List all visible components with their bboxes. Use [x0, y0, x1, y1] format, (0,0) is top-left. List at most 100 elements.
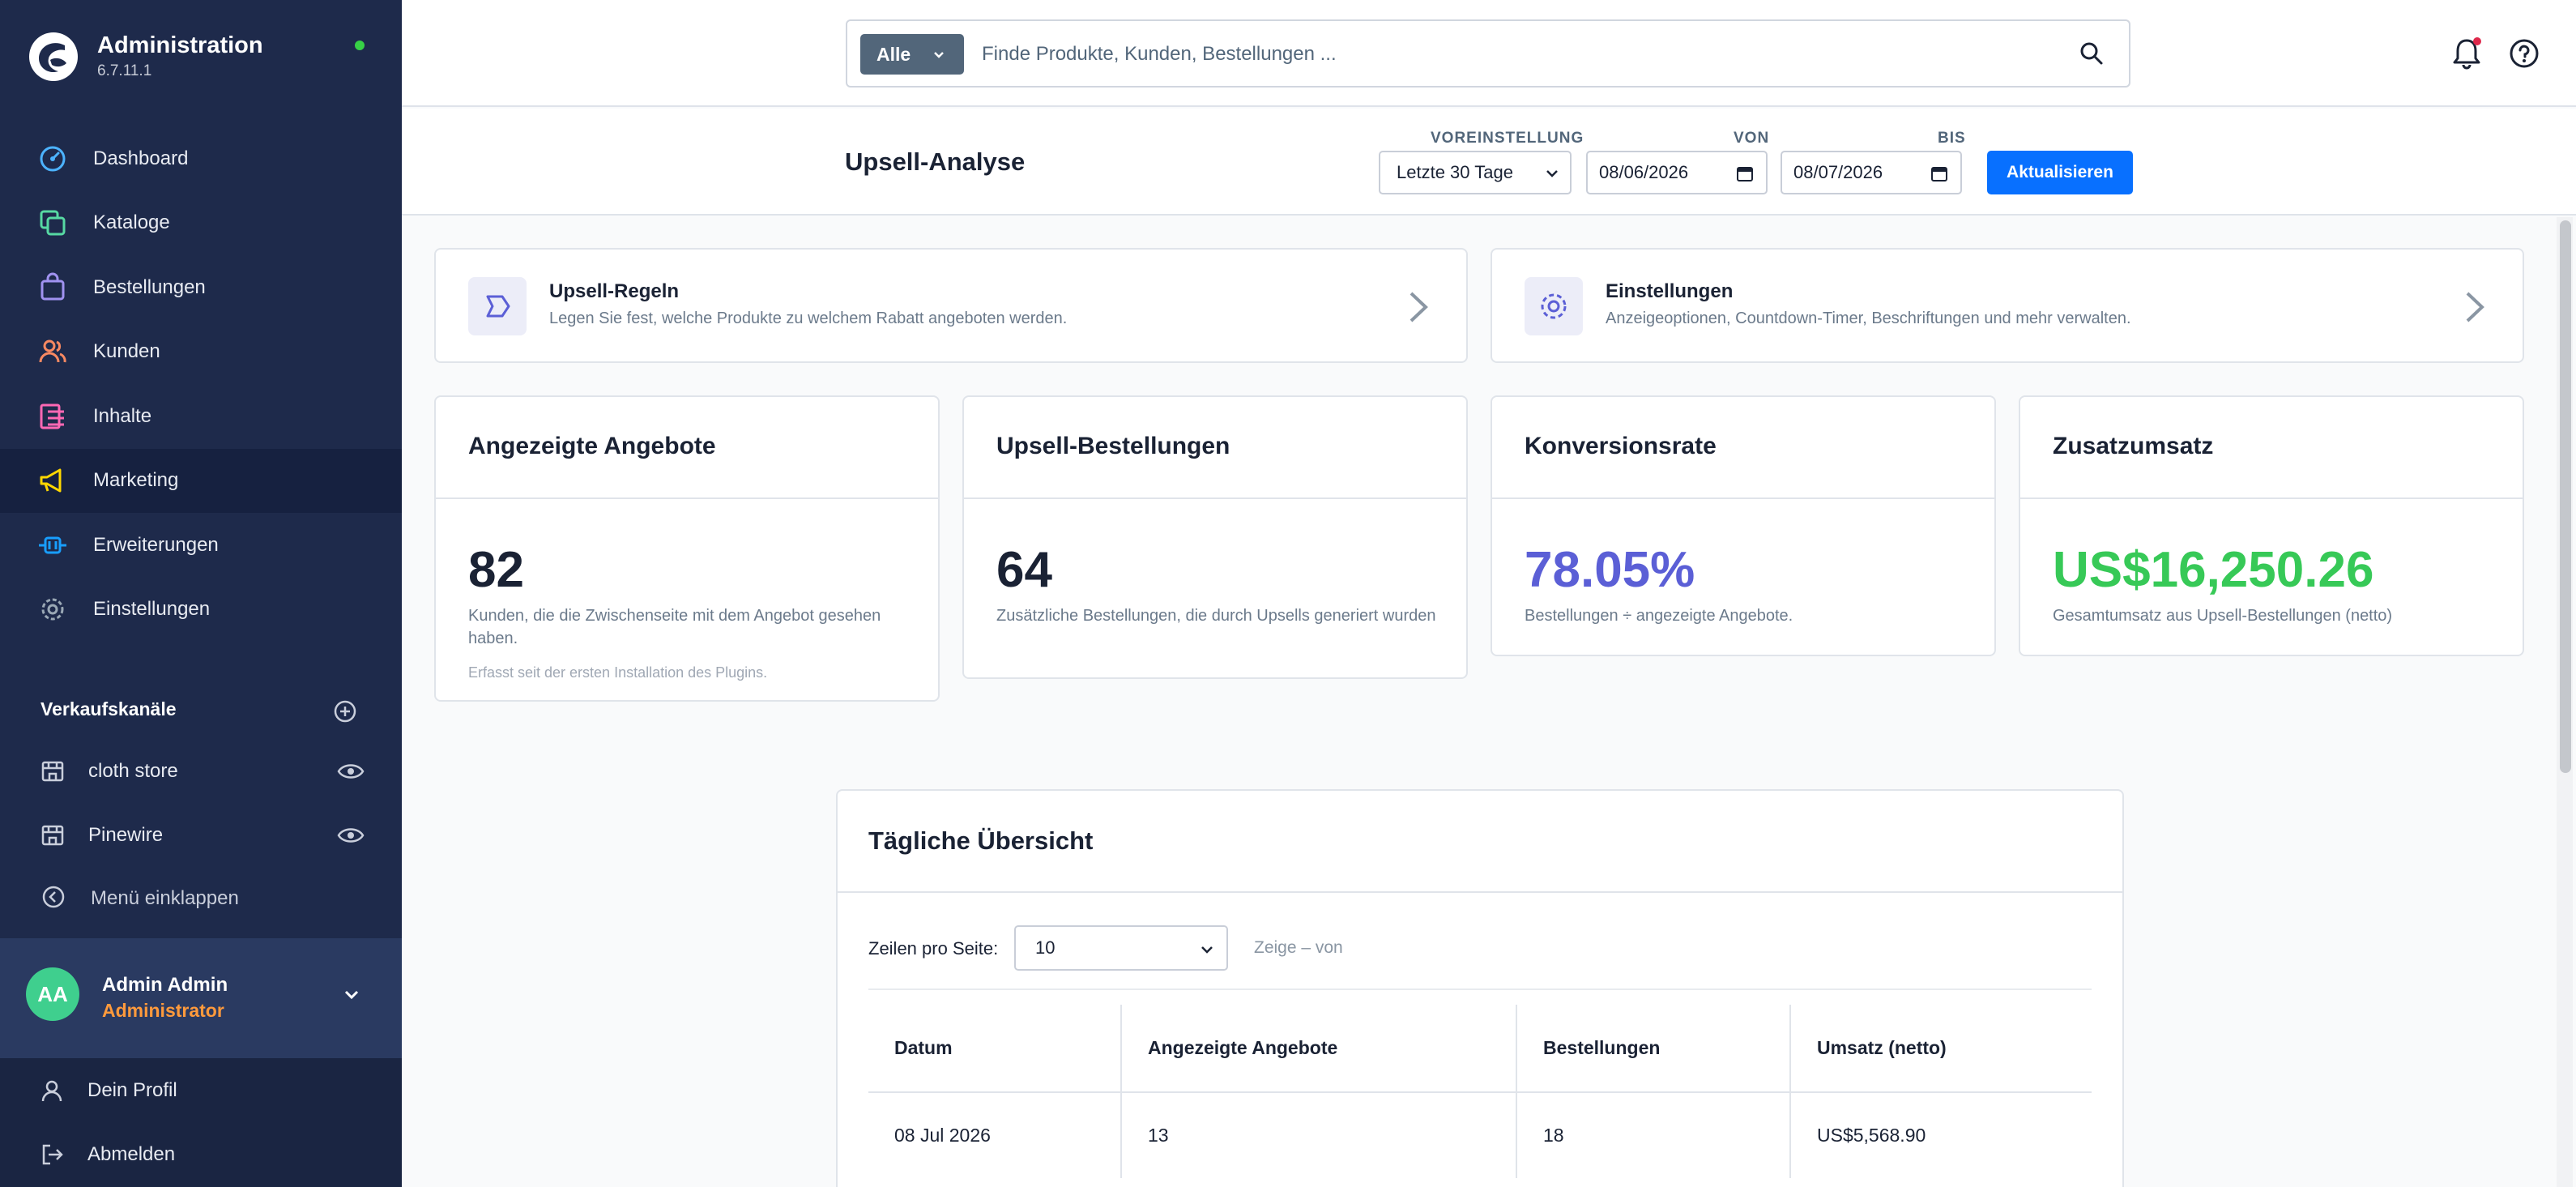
preset-select[interactable]: Letzte 30 Tage: [1379, 151, 1572, 194]
stat-card-header: Angezeigte Angebote: [436, 397, 938, 499]
refresh-button[interactable]: Aktualisieren: [1987, 151, 2133, 194]
column-header[interactable]: Bestellungen: [1516, 1005, 1790, 1093]
user-name: Admin Admin: [102, 974, 228, 996]
stat-value: 82: [468, 542, 524, 598]
stat-card-conversion-rate: Konversionsrate 78.05% Bestellungen ÷ an…: [1491, 395, 1996, 656]
nav-item-kunden[interactable]: Kunden: [0, 320, 402, 385]
storefront-icon: [41, 825, 64, 846]
stat-card-header: Upsell-Bestellungen: [964, 397, 1466, 499]
nav-item-kataloge[interactable]: Kataloge: [0, 191, 402, 256]
stat-card-offers-shown: Angezeigte Angebote 82 Kunden, die die Z…: [434, 395, 940, 702]
stat-card-additional-revenue: Zusatzumsatz US$16,250.26 Gesamtumsatz a…: [2019, 395, 2524, 656]
table-cell: 18: [1516, 1092, 1790, 1178]
chevron-down-icon: [934, 52, 944, 58]
stat-note: Erfasst seit der ersten Installation des…: [468, 664, 768, 681]
divider: [868, 988, 2092, 990]
content-icon: [37, 401, 68, 432]
chevron-down-icon[interactable]: [340, 984, 363, 1006]
nav-item-einstellungen[interactable]: Einstellungen: [0, 578, 402, 643]
column-header[interactable]: Angezeigte Angebote: [1120, 1005, 1516, 1093]
table-row: 08 Jul 2026 13 18 US$5,568.90: [868, 1092, 2092, 1178]
eye-icon[interactable]: [337, 760, 365, 783]
stat-desc: Zusätzliche Bestellungen, die durch Upse…: [996, 607, 1436, 625]
to-date-value: 08/07/2026: [1793, 162, 1883, 182]
stat-card-header: Zusatzumsatz: [2020, 397, 2523, 499]
column-header[interactable]: Umsatz (netto): [1789, 1005, 2092, 1093]
rows-per-page-select[interactable]: 10: [1014, 925, 1228, 971]
profile-label: Dein Profil: [87, 1079, 177, 1101]
profile-link[interactable]: Dein Profil: [0, 1058, 402, 1122]
nav-item-bestellungen[interactable]: Bestellungen: [0, 255, 402, 320]
eye-icon[interactable]: [337, 824, 365, 847]
brand-version: 6.7.11.1: [97, 62, 152, 79]
nav-item-inhalte[interactable]: Inhalte: [0, 384, 402, 449]
stat-title: Upsell-Bestellungen: [996, 433, 1230, 459]
collapse-menu-button[interactable]: Menü einklappen: [0, 879, 402, 920]
rows-per-page-label: Zeilen pro Seite:: [868, 938, 999, 959]
stat-desc: Gesamtumsatz aus Upsell-Bestellungen (ne…: [2053, 607, 2393, 625]
chevron-right-icon: [2466, 292, 2484, 322]
sidebar: Administration 6.7.11.1 Dashboard Katalo…: [0, 0, 402, 1187]
search-icon[interactable]: [2079, 41, 2105, 66]
page-title: Upsell-Analyse: [845, 147, 1026, 176]
stat-desc: Bestellungen ÷ angezeigte Angebote.: [1525, 607, 1793, 625]
daily-overview-card: Tägliche Übersicht Zeilen pro Seite: 10 …: [836, 789, 2124, 1187]
add-circle-icon[interactable]: [332, 698, 358, 724]
brand[interactable]: Administration 6.7.11.1: [0, 0, 402, 113]
nav-label: Bestellungen: [93, 275, 206, 298]
user-menu[interactable]: AA Admin Admin Administrator: [0, 938, 402, 1058]
link-card-desc: Anzeigeoptionen, Countdown-Timer, Beschr…: [1606, 310, 2131, 327]
preset-label: VOREINSTELLUNG: [1431, 130, 1584, 147]
search-input[interactable]: [982, 36, 2035, 73]
nav-label: Kataloge: [93, 211, 170, 234]
daily-overview-header: Tägliche Übersicht: [838, 791, 2122, 893]
nav-item-marketing[interactable]: Marketing: [0, 448, 402, 513]
stat-value: 78.05%: [1525, 542, 1695, 598]
user-role: Administrator: [102, 1000, 224, 1021]
gear-icon: [37, 594, 68, 625]
nav-label: Erweiterungen: [93, 533, 219, 556]
settings-card[interactable]: Einstellungen Anzeigeoptionen, Countdown…: [1491, 248, 2524, 363]
nav-item-dashboard[interactable]: Dashboard: [0, 126, 402, 191]
logout-label: Abmelden: [87, 1143, 176, 1165]
status-dot: [355, 41, 365, 50]
profile-links: Dein Profil Abmelden: [0, 1058, 402, 1187]
notification-badge: [2473, 37, 2481, 45]
stat-desc: Kunden, die die Zwischenseite mit dem An…: [468, 607, 881, 647]
column-header[interactable]: Datum: [868, 1005, 1121, 1093]
help-icon[interactable]: [2508, 37, 2540, 70]
shopping-bag-icon: [37, 272, 68, 303]
from-date-value: 08/06/2026: [1599, 162, 1689, 182]
daily-overview-title: Tägliche Übersicht: [868, 826, 1094, 855]
megaphone-icon: [37, 465, 68, 496]
calendar-icon: [1931, 167, 1947, 181]
logout-link[interactable]: Abmelden: [0, 1122, 402, 1186]
scrollbar-thumb[interactable]: [2560, 220, 2571, 773]
stat-value: US$16,250.26: [2053, 542, 2374, 598]
sales-channels-title: Verkaufskanäle: [41, 698, 177, 719]
table-cell: US$5,568.90: [1789, 1092, 2092, 1178]
calendar-icon: [1737, 167, 1753, 181]
to-label: BIS: [1938, 130, 1966, 147]
users-icon: [37, 336, 68, 367]
stat-title: Angezeigte Angebote: [468, 433, 716, 459]
daily-table: Datum Angezeigte Angebote Bestellungen U…: [868, 1005, 2092, 1178]
page-header: Upsell-Analyse VOREINSTELLUNG Letzte 30 …: [402, 109, 2576, 216]
sales-channel-cloth-store[interactable]: cloth store: [0, 744, 402, 801]
nav-label: Einstellungen: [93, 598, 211, 621]
to-date-input[interactable]: 08/07/2026: [1781, 151, 1962, 194]
from-label: VON: [1734, 130, 1770, 147]
stat-title: Zusatzumsatz: [2053, 433, 2214, 459]
upsell-rules-card[interactable]: Upsell-Regeln Legen Sie fest, welche Pro…: [434, 248, 1468, 363]
settings-icon-wrap: [1525, 277, 1583, 335]
storefront-icon: [41, 761, 64, 782]
brand-title: Administration: [97, 32, 263, 58]
nav-item-erweiterungen[interactable]: Erweiterungen: [0, 513, 402, 578]
link-card-title: Einstellungen: [1606, 280, 1734, 302]
from-date-input[interactable]: 08/06/2026: [1586, 151, 1768, 194]
search-type-label: Alle: [876, 43, 911, 65]
search-type-dropdown[interactable]: Alle: [860, 34, 964, 75]
link-card-desc: Legen Sie fest, welche Produkte zu welch…: [549, 310, 1068, 327]
sales-channel-pinewire[interactable]: Pinewire: [0, 808, 402, 865]
sales-channel-label: Pinewire: [88, 824, 164, 846]
